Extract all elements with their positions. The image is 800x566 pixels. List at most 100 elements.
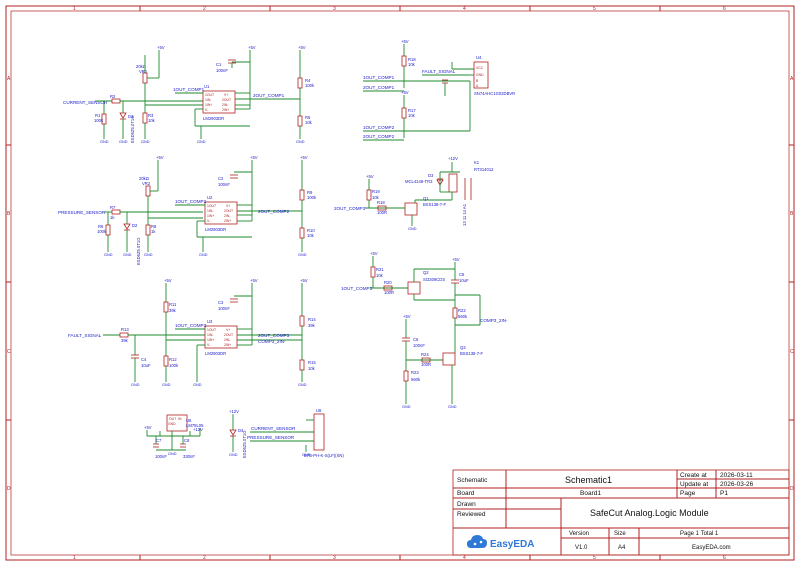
r9-value: 100k	[307, 195, 317, 200]
tb-schematic-name: Schematic1	[565, 475, 612, 485]
gnd-q1: GND	[408, 227, 417, 231]
zone-row-b2: B	[790, 211, 794, 217]
u5-pin-out: OUT	[169, 417, 176, 421]
r5-value: 10k	[305, 120, 313, 125]
u1-value: LM2903DR	[203, 116, 224, 121]
zone-markers: 1 2 3 4 5 6 1 2 3 4 5 6 A B C D A B C D	[6, 6, 794, 561]
vcc12-u5: +12V	[193, 427, 203, 432]
gnd-r23: GND	[402, 405, 411, 409]
r14-label: R14	[308, 317, 316, 322]
u2-pin-vm: V-	[207, 219, 210, 223]
u4-pin-b: B	[476, 79, 479, 83]
net-fault-signal: FAULT_SIGNAL	[68, 333, 102, 338]
c6-label: C6	[413, 337, 419, 342]
u5-pin-in: IN	[178, 417, 182, 421]
d1-value: ESD5Z5.0T1G	[130, 116, 135, 143]
r19-label: R19	[372, 189, 380, 194]
u3-label: U3	[207, 319, 213, 324]
zone-row-a: A	[7, 76, 11, 82]
vcc-r17: +5V	[401, 90, 409, 95]
r24-label: R24	[421, 352, 429, 357]
q1-value: BSS138-7-F	[423, 202, 446, 207]
net-1out-comp2-b: 1OUT_COMP2	[363, 125, 395, 130]
u2-pin-1out: 1OUT	[207, 204, 216, 208]
u3-pin-vp: V+	[226, 328, 230, 332]
zone-row-c: C	[7, 349, 11, 355]
u2-value: LM2903DR	[205, 227, 226, 232]
net-current-sensor-u6: CURRENT_SENSOR	[251, 426, 296, 431]
net-fault-signal-b: FAULT_SIGNAL	[422, 69, 456, 74]
r8-value: 1k	[151, 229, 156, 234]
tb-version-label: Version	[569, 531, 589, 537]
vcc-u3: +5V	[250, 278, 258, 283]
u2-label: U2	[207, 195, 213, 200]
d2-label: D2	[132, 223, 138, 228]
r17-value: 10k	[408, 113, 416, 118]
tb-board-name: Board1	[580, 490, 601, 497]
net-2out-comp2-a: 2OUT_COMP2	[258, 209, 290, 214]
r13-value: 39k	[121, 338, 129, 343]
u3-value: LM2903DR	[205, 351, 226, 356]
gnd-d1: GND	[119, 140, 128, 144]
tb-reviewed-label: Reviewed	[457, 511, 486, 518]
tb-board-label: Board	[457, 490, 475, 497]
c7-value: 100nF	[155, 454, 167, 459]
r18-gate-label: R18	[377, 200, 385, 205]
gnd-r10: GND	[298, 253, 307, 257]
r19-value: 10k	[372, 195, 380, 200]
c4-label: C4	[141, 357, 147, 362]
vcc-r18: +5V	[401, 39, 409, 44]
tb-page-total: Page 1 Total 1	[680, 531, 719, 537]
u1-pin-vp: V+	[224, 93, 228, 97]
c3-value: 100nF	[218, 306, 230, 311]
zone-col-3b: 3	[333, 555, 336, 561]
u4-value: SN74AHC1G02DBVR	[474, 91, 515, 96]
r2-label: R2	[110, 94, 116, 99]
u2-pin-1inp: 1IN+	[207, 214, 214, 218]
vcc-r21: +5V	[370, 251, 378, 256]
title-block: Schematic Schematic1 Create at 2026-03-1…	[452, 469, 790, 556]
net-2out-comp1-b: 2OUT_COMP1	[363, 85, 395, 90]
u3-pin-2out: 2OUT	[224, 333, 233, 337]
u5-pin-gnd: GND	[168, 422, 176, 426]
gnd-r6: GND	[104, 253, 113, 257]
tb-project-name: SafeCut Analog.Logic Module	[590, 508, 709, 518]
r20-value: 100R	[384, 290, 394, 295]
vcc-u1: +5V	[248, 45, 256, 50]
vcc-u5: +5V	[144, 425, 152, 430]
vcc-r4: +5V	[298, 45, 306, 50]
net-1out-comp1-b: 1OUT_COMP1	[363, 75, 395, 80]
tb-version: V1.0	[575, 545, 588, 551]
zone-col-1b: 1	[73, 555, 76, 561]
vcc-r11: +5V	[164, 278, 172, 283]
d2-value: ESD5Z5.0T1G	[136, 238, 141, 265]
vcc12-d4: +12V	[229, 409, 239, 414]
tb-create-date: 2026-03-11	[720, 472, 753, 479]
gnd-d2: GND	[123, 253, 132, 257]
r18-gate-value: 100R	[377, 210, 387, 215]
zone-col-5b: 5	[593, 555, 596, 561]
gnd-q3: GND	[448, 405, 457, 409]
r14-value: 39k	[308, 323, 316, 328]
r12-value: 100k	[169, 363, 179, 368]
zone-row-c2: C	[790, 349, 794, 355]
net-1out-comp2-a: 1OUT_COMP2	[175, 199, 207, 204]
u1-pin-1inp: 1IN+	[205, 103, 212, 107]
tb-drawn-label: Drawn	[457, 501, 476, 508]
d4-block: +12V D4 ESD5Z5.0T1G GND	[229, 409, 247, 458]
u2-pin-2inp: 2IN+	[224, 219, 231, 223]
r1-value: 100k	[94, 118, 104, 123]
zone-col-6: 6	[723, 6, 726, 12]
r15-label: R15	[308, 360, 316, 365]
vcc-u2: +5V	[250, 155, 258, 160]
tb-update-date: 2026-03-26	[720, 481, 754, 488]
u3-pin-1out: 1OUT	[207, 328, 216, 332]
c5-label: C5	[459, 272, 465, 277]
u6-label: U6	[316, 408, 322, 413]
r13-label: R13	[121, 327, 129, 332]
r7-value: 1k	[110, 215, 115, 220]
zone-col-4b: 4	[463, 555, 466, 561]
u6-connector: CURRENT_SENSOR PRESSURE_SENSOR U6 B7B-PH…	[247, 408, 344, 458]
k1-relay-coil	[448, 173, 458, 193]
r22-label: R22	[458, 308, 466, 313]
